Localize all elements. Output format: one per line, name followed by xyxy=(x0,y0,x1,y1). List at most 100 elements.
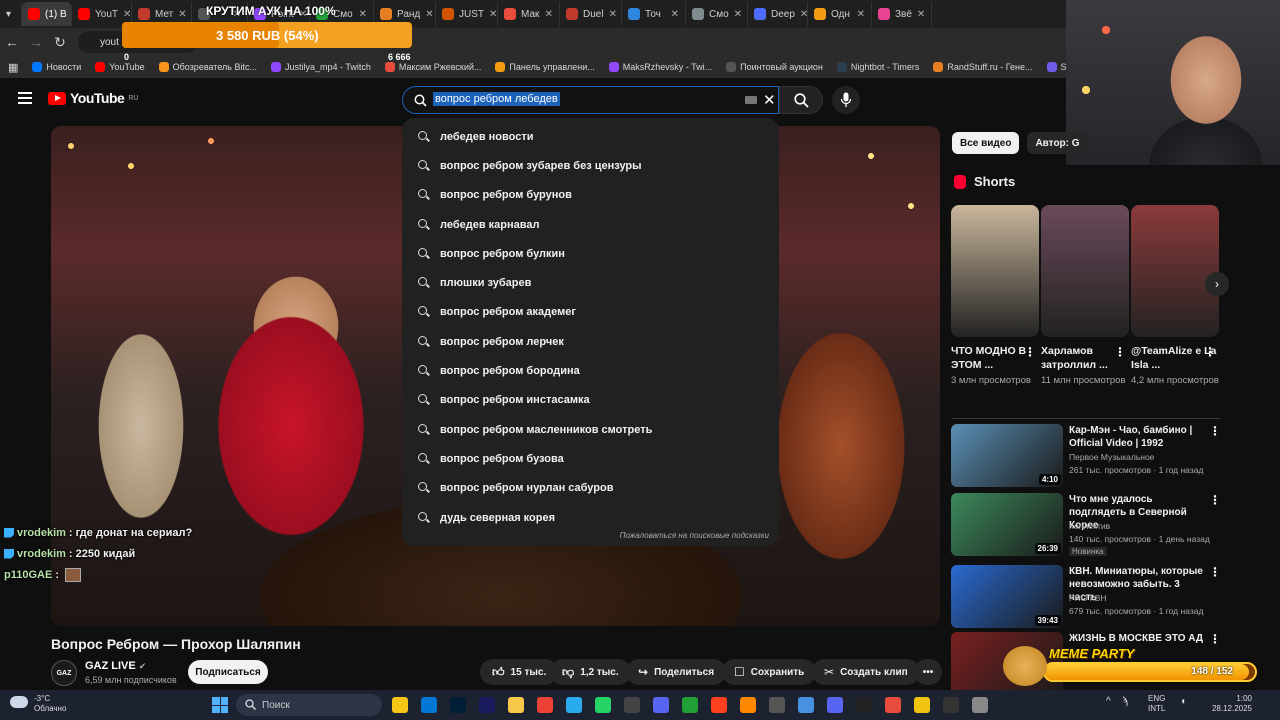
taskbar-app-icon[interactable] xyxy=(885,697,901,713)
subscribe-button[interactable]: Подписаться xyxy=(188,660,268,684)
suggestion-item[interactable]: вопрос ребром бузова xyxy=(402,444,779,473)
bookmark-item[interactable]: MaksRzhevsky - Twi... xyxy=(608,62,712,72)
reload-icon[interactable]: ↻ xyxy=(48,34,72,51)
clip-button[interactable]: ✂ Создать клип xyxy=(812,659,920,685)
recommended-video[interactable]: 26:39 Что мне удалось подглядеть в Северн… xyxy=(951,493,1221,557)
taskbar-app-icon[interactable] xyxy=(972,697,988,713)
forward-icon[interactable]: → xyxy=(24,34,48,50)
tab-close-icon[interactable]: ✕ xyxy=(671,9,679,20)
video-channel[interactable]: Коллектив xyxy=(1069,521,1110,531)
search-button[interactable] xyxy=(779,86,823,114)
video-title[interactable]: ЖИЗНЬ В МОСКВЕ ЭТО АД xyxy=(1069,632,1209,645)
suggestion-item[interactable]: вопрос ребром нурлан сабуров xyxy=(402,474,779,503)
taskbar-search[interactable]: Поиск xyxy=(236,694,382,716)
suggestion-item[interactable]: вопрос ребром лерчек xyxy=(402,327,779,356)
taskbar-app-icon[interactable] xyxy=(827,697,843,713)
tab-close-icon[interactable]: ✕ xyxy=(489,9,497,20)
browser-tab[interactable]: Мак ✕ xyxy=(498,2,560,26)
chip-author[interactable]: Автор: G xyxy=(1027,132,1088,154)
taskbar-app-icon[interactable] xyxy=(856,697,872,713)
chip-all-videos[interactable]: Все видео xyxy=(952,132,1020,154)
taskbar-app-icon[interactable] xyxy=(392,697,408,713)
browser-tab[interactable]: Звё ✕ xyxy=(872,2,932,26)
keyboard-icon[interactable] xyxy=(745,96,757,104)
menu-icon[interactable] xyxy=(18,92,32,104)
suggestion-item[interactable]: вопрос ребром зубарев без цензуры xyxy=(402,151,779,180)
recommended-video[interactable]: 4:10 Кар-Мэн - Чао, бамбино | Official Vi… xyxy=(951,424,1221,488)
browser-tab[interactable]: Смо ✕ xyxy=(686,2,748,26)
search-input[interactable]: вопрос ребром лебедев ✕ xyxy=(402,86,779,114)
suggestion-item[interactable]: плюшки зубарев xyxy=(402,268,779,297)
taskbar-app-icon[interactable] xyxy=(798,697,814,713)
more-vert-icon[interactable]: ⋮ xyxy=(1209,493,1221,507)
taskbar-app-icon[interactable] xyxy=(537,697,553,713)
like-button[interactable]: 👍︎ 15 тыс. xyxy=(480,659,559,685)
taskbar-app-icon[interactable] xyxy=(595,697,611,713)
taskbar-app-icon[interactable] xyxy=(421,697,437,713)
tray-chevron-icon[interactable]: ^ xyxy=(1106,696,1111,707)
youtube-logo[interactable]: YouTube RU xyxy=(48,90,138,106)
tab-close-icon[interactable]: ✕ xyxy=(609,9,617,20)
taskbar-app-icon[interactable] xyxy=(566,697,582,713)
more-vert-icon[interactable]: ⋮ xyxy=(1209,565,1221,579)
short-thumbnail[interactable] xyxy=(951,205,1039,337)
browser-tab[interactable]: Одн ✕ xyxy=(808,2,872,26)
taskbar-app-icon[interactable] xyxy=(682,697,698,713)
shorts-next-button[interactable]: › xyxy=(1205,272,1229,296)
more-vert-icon[interactable]: ⋮ xyxy=(1204,345,1216,359)
taskbar-app-icon[interactable] xyxy=(740,697,756,713)
wifi-icon[interactable]: ϡ xyxy=(1122,696,1128,707)
taskbar-app-icon[interactable] xyxy=(450,697,466,713)
taskbar-app-icon[interactable] xyxy=(624,697,640,713)
more-actions-button[interactable]: ••• xyxy=(914,659,942,685)
back-icon[interactable]: ← xyxy=(0,34,24,50)
more-vert-icon[interactable]: ⋮ xyxy=(1209,632,1221,646)
video-channel[interactable]: PRO КВН xyxy=(1069,593,1107,603)
browser-tab[interactable]: Duel ✕ xyxy=(560,2,622,26)
dislike-button[interactable]: 👎︎ 1,2 тыс. xyxy=(550,659,631,685)
suggestion-item[interactable]: вопрос ребром масленников смотреть xyxy=(402,415,779,444)
browser-tab[interactable]: Deep ✕ xyxy=(748,2,808,26)
short-card[interactable]: ЧТО МОДНО В ЭТОМ ... 3 млн просмотров xyxy=(951,205,1039,387)
short-card[interactable]: @TeamAlize e La Isla ... 4,2 млн просмотр… xyxy=(1131,205,1219,387)
language-indicator[interactable]: ENG INTL xyxy=(1148,694,1165,714)
volume-icon[interactable]: ◖ xyxy=(1180,696,1186,707)
tab-close-icon[interactable]: ✕ xyxy=(734,9,742,20)
taskbar-app-icon[interactable] xyxy=(711,697,727,713)
bookmark-item[interactable]: RandStuff.ru - Гене... xyxy=(933,62,1033,72)
short-thumbnail[interactable] xyxy=(1131,205,1219,337)
bookmark-item[interactable]: Максим Ржевский... xyxy=(384,62,481,72)
tab-close-icon[interactable]: ✕ xyxy=(545,9,553,20)
taskbar-app-icon[interactable] xyxy=(769,697,785,713)
channel-avatar[interactable]: GAZ xyxy=(51,660,77,686)
short-thumbnail[interactable] xyxy=(1041,205,1129,337)
taskbar-app-icon[interactable] xyxy=(943,697,959,713)
browser-tab[interactable]: Точ ✕ xyxy=(622,2,686,26)
channel-name[interactable]: GAZ LIVE ✔ xyxy=(85,660,146,672)
voice-search-button[interactable] xyxy=(832,86,860,114)
clear-search-icon[interactable]: ✕ xyxy=(763,91,776,109)
taskbar-clock[interactable]: 1:00 28.12.2025 xyxy=(1200,694,1252,714)
short-card[interactable]: Харламов затроллил ... 11 млн просмотров xyxy=(1041,205,1129,387)
report-suggestions-link[interactable]: Пожаловаться на поисковые подсказки xyxy=(620,531,769,540)
suggestion-item[interactable]: вопрос ребром инстасамка xyxy=(402,386,779,415)
suggestion-item[interactable]: дудь северная корея xyxy=(402,503,779,532)
bookmark-item[interactable]: Панель управлени... xyxy=(495,62,595,72)
suggestion-item[interactable]: лебедев карнавал xyxy=(402,210,779,239)
bookmark-item[interactable]: YouTube xyxy=(95,62,145,72)
tab-close-icon[interactable]: ✕ xyxy=(800,9,807,20)
save-button[interactable]: ☐ Сохранить xyxy=(722,659,817,685)
bookmark-item[interactable]: Nightbot - Timers xyxy=(836,62,919,72)
suggestion-item[interactable]: лебедев новости xyxy=(402,122,779,151)
suggestion-item[interactable]: вопрос ребром бурунов xyxy=(402,181,779,210)
share-button[interactable]: ↪ Поделиться xyxy=(626,659,727,685)
video-title[interactable]: Кар-Мэн - Чао, бамбино | Official Video … xyxy=(1069,424,1209,450)
tab-close-icon[interactable]: ✕ xyxy=(917,9,925,20)
more-vert-icon[interactable]: ⋮ xyxy=(1024,345,1036,359)
suggestion-item[interactable]: вопрос ребром бородина xyxy=(402,356,779,385)
taskbar-app-icon[interactable] xyxy=(653,697,669,713)
browser-tab[interactable]: JUST ✕ xyxy=(436,2,498,26)
suggestion-item[interactable]: вопрос ребром академег xyxy=(402,298,779,327)
bookmark-item[interactable]: Justilya_mp4 - Twitch xyxy=(270,62,371,72)
more-vert-icon[interactable]: ⋮ xyxy=(1114,345,1126,359)
